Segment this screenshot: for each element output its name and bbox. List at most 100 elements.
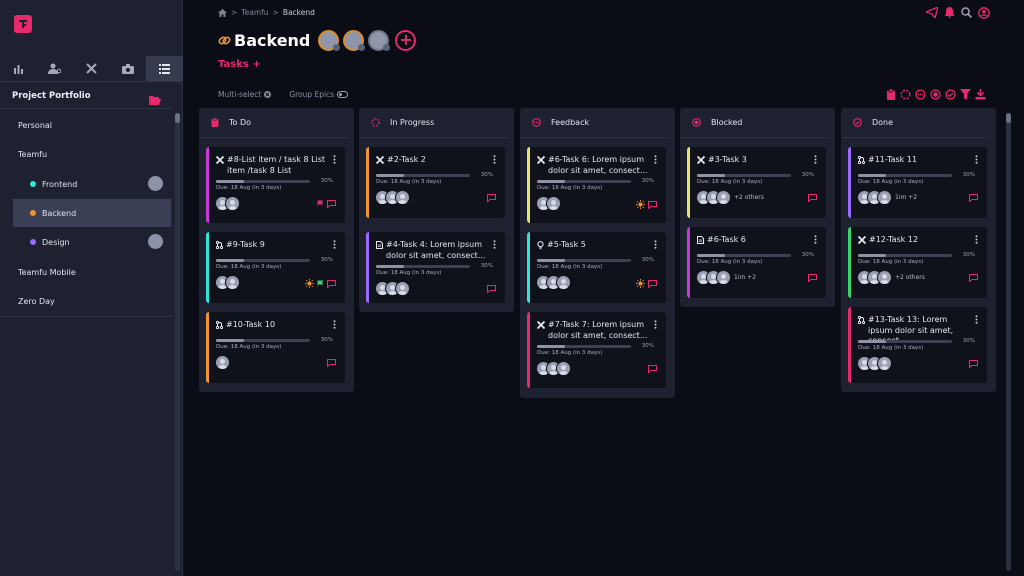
comment-icon[interactable]	[327, 279, 336, 288]
comment-icon[interactable]	[969, 274, 978, 282]
card-menu-icon[interactable]	[333, 155, 336, 164]
nav-people[interactable]	[37, 56, 74, 81]
scrollbar-thumb[interactable]	[175, 113, 180, 123]
card-menu-icon[interactable]	[814, 235, 817, 244]
card-menu-icon[interactable]	[493, 240, 496, 249]
sidebar-scrollbar[interactable]	[175, 113, 180, 571]
assignee-avatars[interactable]	[375, 281, 410, 296]
column-header[interactable]: In Progress	[359, 108, 508, 138]
card-menu-icon[interactable]	[654, 240, 657, 249]
comment-icon[interactable]	[487, 194, 496, 202]
home-icon[interactable]	[218, 8, 227, 17]
task-card[interactable]: #12-Task 12 30% Due: 18 Aug (in 3 days) +2 …	[848, 227, 987, 298]
column-header[interactable]: Done	[841, 108, 990, 138]
comment-icon[interactable]	[969, 360, 978, 368]
teamfu-logo-icon[interactable]	[14, 15, 32, 33]
member-avatar[interactable]	[368, 29, 391, 51]
scrollbar-thumb[interactable]	[1006, 113, 1011, 123]
download-icon[interactable]	[975, 89, 986, 100]
folder-open-icon[interactable]	[149, 90, 161, 109]
card-menu-icon[interactable]	[975, 235, 978, 244]
member-avatar[interactable]	[343, 29, 366, 51]
sidebar-item-design[interactable]: Design	[0, 228, 173, 256]
nav-camera[interactable]	[110, 56, 147, 81]
extra-assignees: 1im +2	[895, 194, 918, 201]
card-menu-icon[interactable]	[493, 155, 496, 164]
sidebar-item-personal[interactable]: Personal	[0, 111, 173, 139]
multi-select-toggle[interactable]: Multi-select	[218, 90, 272, 99]
assignee-avatars[interactable]	[215, 196, 240, 211]
card-menu-icon[interactable]	[975, 155, 978, 164]
task-card[interactable]: #9-Task 9 30% Due: 18 Aug (in 3 days)	[206, 232, 345, 303]
comment-icon[interactable]	[327, 359, 336, 367]
bell-icon[interactable]	[944, 7, 955, 18]
assignee-avatars[interactable]	[857, 356, 892, 371]
assignee-avatars[interactable]	[375, 190, 410, 205]
column-header[interactable]: Feedback	[520, 108, 669, 138]
card-menu-icon[interactable]	[333, 320, 336, 329]
task-card[interactable]: #5-Task 5 30% Due: 18 Aug (in 3 days)	[527, 232, 666, 303]
board-scrollbar[interactable]	[1006, 113, 1011, 571]
toggle-switch[interactable]	[337, 91, 349, 98]
comment-icon[interactable]	[648, 200, 657, 209]
assignee-avatars[interactable]	[215, 355, 230, 370]
comment-icon[interactable]	[648, 365, 657, 373]
chat-icon[interactable]	[915, 89, 926, 100]
card-menu-icon[interactable]	[333, 240, 336, 249]
assignee-avatars[interactable]	[696, 190, 731, 205]
comment-icon[interactable]	[969, 194, 978, 202]
task-card[interactable]: #10-Task 10 30% Due: 18 Aug (in 3 days)	[206, 312, 345, 383]
nav-stats[interactable]	[0, 56, 37, 81]
check-circle-icon[interactable]	[945, 89, 956, 100]
sidebar-item-teamfu-mobile[interactable]: Teamfu Mobile	[0, 258, 173, 286]
nav-list[interactable]	[146, 56, 183, 81]
filter-icon[interactable]	[960, 89, 971, 100]
comment-icon[interactable]	[327, 200, 336, 208]
assignee-avatars[interactable]	[857, 270, 892, 285]
card-menu-icon[interactable]	[654, 320, 657, 329]
column-header[interactable]: Blocked	[680, 108, 829, 138]
group-epics-toggle[interactable]: Group Epics	[289, 90, 349, 99]
sidebar-item-backend[interactable]: Backend	[13, 199, 171, 227]
clipboard-icon[interactable]	[886, 89, 896, 100]
record-icon[interactable]	[930, 89, 941, 100]
comment-icon[interactable]	[808, 274, 817, 282]
task-card[interactable]: #3-Task 3 30% Due: 18 Aug (in 3 days) +2 ot…	[687, 147, 826, 218]
search-icon[interactable]	[961, 7, 972, 18]
add-task-icon[interactable]: +	[252, 59, 260, 70]
assignee-avatars[interactable]	[696, 270, 731, 285]
comment-icon[interactable]	[487, 285, 496, 293]
task-card[interactable]: #2-Task 2 30% Due: 18 Aug (in 3 days)	[366, 147, 505, 218]
card-menu-icon[interactable]	[654, 155, 657, 164]
sidebar-item-zero-day[interactable]: Zero Day	[0, 287, 173, 315]
task-card[interactable]: #11-Task 11 30% Due: 18 Aug (in 3 days) 1im…	[848, 147, 987, 218]
assignee-avatars[interactable]	[215, 275, 240, 290]
task-card[interactable]: #6-Task 6: Lorem ipsum dolor sit amet, c…	[527, 147, 666, 223]
task-card[interactable]: #7-Task 7: Lorem ipsum dolor sit amet, c…	[527, 312, 666, 388]
sidebar-item-teamfu[interactable]: Teamfu	[0, 140, 173, 168]
send-icon[interactable]	[926, 7, 938, 18]
breadcrumb-teamfu[interactable]: Teamfu	[241, 8, 268, 17]
comment-icon[interactable]	[808, 194, 817, 202]
card-color-bar	[206, 232, 209, 303]
assignee-avatars[interactable]	[536, 196, 561, 211]
tab-tasks[interactable]: Tasks +	[218, 59, 261, 70]
assignee-avatars[interactable]	[536, 361, 571, 376]
column-header[interactable]: To Do	[199, 108, 348, 138]
task-card[interactable]: #13-Task 13: Lorem ipsum dolor sit amet,…	[848, 307, 987, 383]
comment-icon[interactable]	[648, 279, 657, 288]
user-circle-icon[interactable]	[978, 7, 990, 19]
group-epics-label: Group Epics	[289, 90, 335, 99]
task-card[interactable]: #8-List item / task 8 List item /task 8 …	[206, 147, 345, 223]
spinner-icon[interactable]	[900, 89, 911, 100]
task-card[interactable]: #4-Task 4: Lorem ipsum dolor sit amet, c…	[366, 232, 505, 303]
sidebar-item-frontend[interactable]: Frontend	[0, 170, 173, 198]
add-member-button[interactable]: +	[395, 29, 417, 51]
assignee-avatars[interactable]	[857, 190, 892, 205]
task-card[interactable]: #6-Task 6 30% Due: 18 Aug (in 3 days) 1im +…	[687, 227, 826, 298]
assignee-avatars[interactable]	[536, 275, 571, 290]
card-menu-icon[interactable]	[814, 155, 817, 164]
member-avatar[interactable]	[318, 29, 341, 51]
card-menu-icon[interactable]	[975, 315, 978, 324]
nav-tools[interactable]	[73, 56, 110, 81]
